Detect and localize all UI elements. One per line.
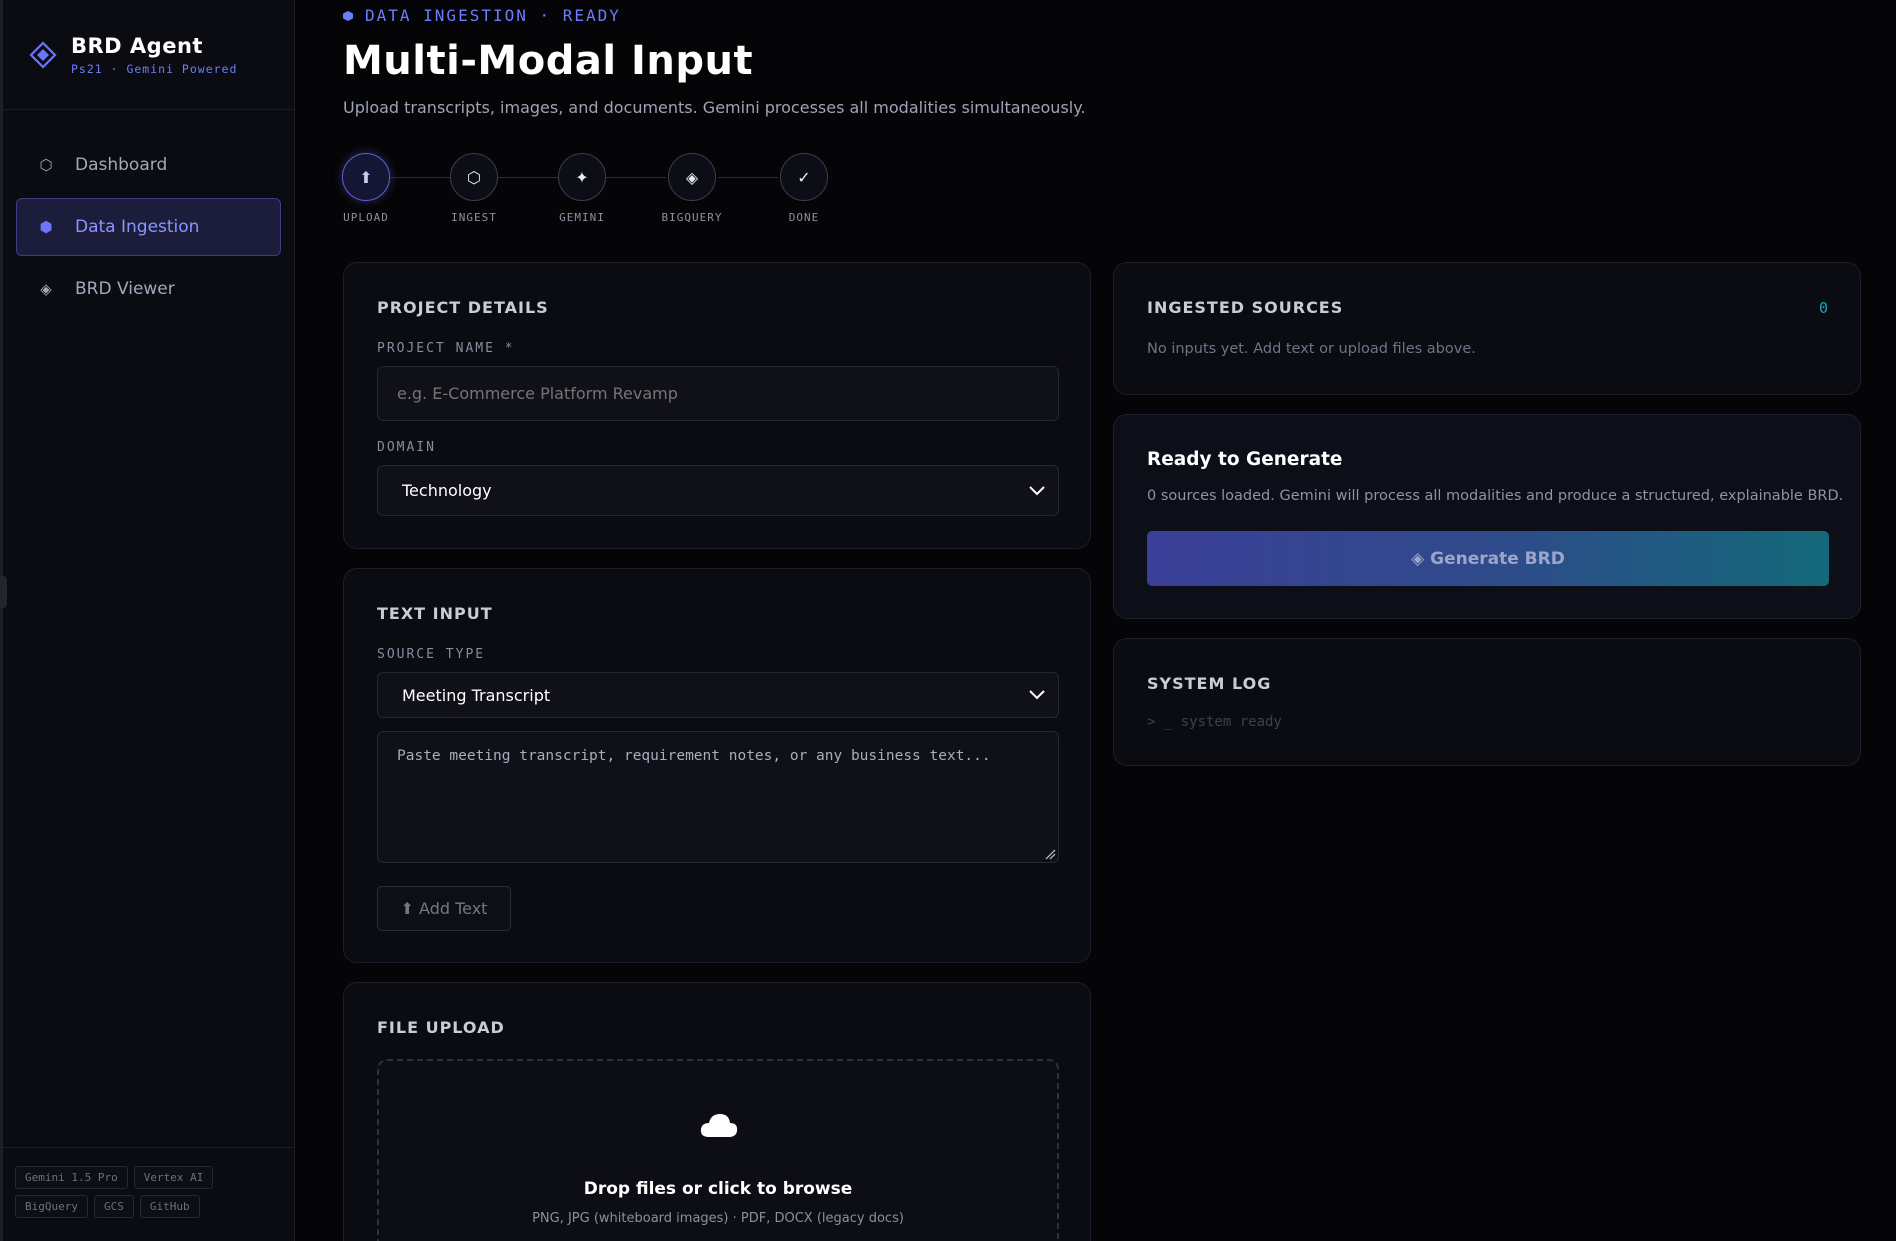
business-text-textarea[interactable]: Paste meeting transcript, requirement no… [377, 731, 1059, 863]
card-title: TEXT INPUT [377, 604, 493, 623]
system-log-card: SYSTEM LOG > _ system ready [1113, 638, 1861, 766]
domain-select-value: Technology [402, 481, 492, 500]
generate-brd-button[interactable]: ◈ Generate BRD [1147, 531, 1829, 586]
step-gemini: ✦ GEMINI [547, 153, 617, 224]
log-line: > _ system ready [1147, 714, 1282, 730]
brand-diamond-icon [29, 40, 57, 69]
sidebar-nav: ⬡ Dashboard ⬢ Data Ingestion ◈ BRD Viewe… [3, 110, 294, 318]
project-details-card: PROJECT DETAILS PROJECT NAME * DOMAIN Te… [343, 262, 1091, 549]
sources-count-badge: 0 [1818, 299, 1828, 317]
sidebar-item-brd-viewer[interactable]: ◈ BRD Viewer [16, 260, 281, 318]
chevron-down-icon [1029, 485, 1045, 495]
step-label: UPLOAD [343, 211, 389, 224]
add-text-button[interactable]: ⬆ Add Text [377, 886, 511, 931]
page-subtitle: Upload transcripts, images, and document… [343, 98, 1086, 117]
source-type-select[interactable]: Meeting Transcript [377, 672, 1059, 718]
sidebar-resize-handle[interactable] [0, 576, 7, 608]
tag-vertex-ai: Vertex AI [133, 1166, 214, 1189]
brand-title: BRD Agent [71, 33, 203, 58]
check-icon: ✓ [780, 153, 828, 201]
domain-select[interactable]: Technology [377, 465, 1059, 516]
tag-github: GitHub [139, 1195, 200, 1218]
step-label: BIGQUERY [661, 211, 723, 224]
step-ingest: ⬡ INGEST [439, 153, 509, 224]
tag-bigquery: BigQuery [15, 1195, 88, 1218]
tech-tags: Gemini 1.5 Pro Vertex AI BigQuery GCS Gi… [3, 1147, 294, 1241]
file-dropzone[interactable]: Drop files or click to browse PNG, JPG (… [377, 1059, 1059, 1241]
field-label: PROJECT NAME * [377, 341, 515, 356]
step-label: GEMINI [559, 211, 605, 224]
ingested-sources-card: INGESTED SOURCES 0 No inputs yet. Add te… [1113, 262, 1861, 395]
step-bigquery: ◈ BIGQUERY [657, 153, 727, 224]
tag-gemini: Gemini 1.5 Pro [15, 1166, 128, 1189]
field-label: SOURCE TYPE [377, 647, 486, 662]
dropzone-title: Drop files or click to browse [583, 1179, 853, 1199]
step-done: ✓ DONE [769, 153, 839, 224]
generate-description: 0 sources loaded. Gemini will process al… [1147, 488, 1844, 504]
sidebar-item-label: Dashboard [75, 155, 168, 175]
resize-grip-icon[interactable] [1044, 848, 1056, 860]
pipeline-stepper: ⬆ UPLOAD ⬡ INGEST ✦ GEMINI ◈ BIGQUERY ✓ … [342, 153, 843, 228]
step-upload: ⬆ UPLOAD [331, 153, 401, 224]
dropzone-hint: PNG, JPG (whiteboard images) · PDF, DOCX… [532, 1211, 904, 1226]
card-title: FILE UPLOAD [377, 1018, 505, 1037]
diamond-icon: ◈ [668, 153, 716, 201]
sidebar: BRD Agent Ps21 · Gemini Powered ⬡ Dashbo… [0, 0, 295, 1241]
upload-arrow-icon: ⬆ [342, 153, 390, 201]
status-line: DATA INGESTION · READY [343, 6, 621, 25]
status-text: DATA INGESTION · READY [365, 6, 621, 25]
brand[interactable]: BRD Agent Ps21 · Gemini Powered [3, 0, 294, 110]
file-upload-card: FILE UPLOAD Drop files or click to brows… [343, 982, 1091, 1241]
generate-card: Ready to Generate 0 sources loaded. Gemi… [1113, 414, 1861, 619]
page-title: Multi-Modal Input [343, 38, 754, 84]
sidebar-item-label: Data Ingestion [75, 217, 200, 237]
sparkle-icon: ✦ [558, 153, 606, 201]
card-title: SYSTEM LOG [1147, 674, 1272, 693]
card-title: INGESTED SOURCES [1147, 298, 1344, 317]
chevron-down-icon [1029, 690, 1045, 700]
hexagon-filled-icon: ⬢ [39, 218, 53, 236]
brand-subtitle: Ps21 · Gemini Powered [71, 61, 238, 76]
sidebar-item-label: BRD Viewer [75, 279, 175, 299]
project-name-input[interactable] [377, 366, 1059, 421]
step-label: DONE [788, 211, 820, 224]
cloud-icon [700, 1114, 738, 1137]
status-hexagon-icon [343, 11, 353, 21]
card-title: PROJECT DETAILS [377, 298, 549, 317]
textarea-placeholder: Paste meeting transcript, requirement no… [397, 748, 991, 764]
text-input-card: TEXT INPUT SOURCE TYPE Meeting Transcrip… [343, 568, 1091, 963]
source-type-value: Meeting Transcript [402, 685, 551, 705]
field-label: DOMAIN [377, 440, 436, 455]
hexagon-outline-icon: ⬡ [39, 156, 53, 174]
tag-gcs: GCS [93, 1195, 134, 1218]
step-label: INGEST [451, 211, 497, 224]
sidebar-item-data-ingestion[interactable]: ⬢ Data Ingestion [16, 198, 281, 256]
diamond-icon: ◈ [40, 280, 52, 298]
sidebar-item-dashboard[interactable]: ⬡ Dashboard [16, 136, 281, 194]
sources-empty-text: No inputs yet. Add text or upload files … [1147, 341, 1476, 357]
hexagon-icon: ⬡ [450, 153, 498, 201]
generate-title: Ready to Generate [1147, 449, 1343, 470]
